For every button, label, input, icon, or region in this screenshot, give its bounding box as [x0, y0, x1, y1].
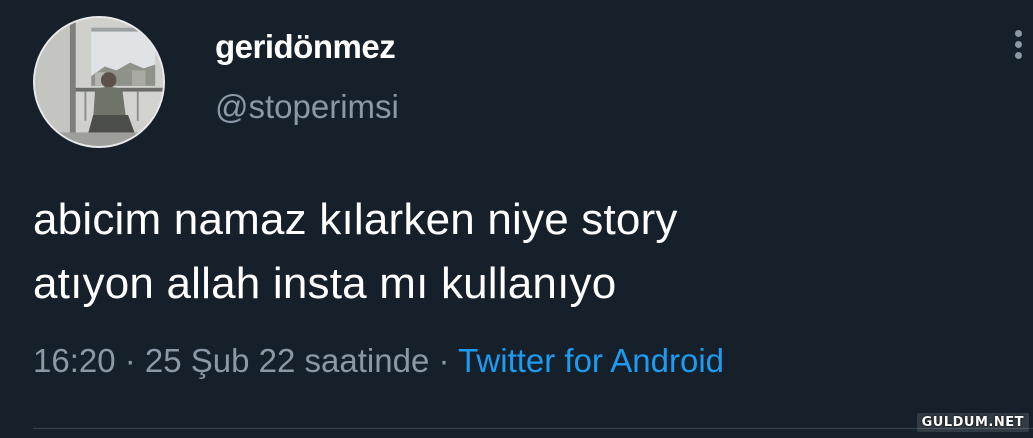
date-suffix: saatinde	[295, 342, 430, 379]
tweet-text-line: atıyon allah insta mı kullanıyo	[33, 259, 617, 308]
display-name[interactable]: geridönmez	[215, 28, 396, 66]
tweet-date[interactable]: 25 Şub 22	[145, 342, 295, 379]
tweet-source-link[interactable]: Twitter for Android	[458, 342, 724, 379]
tweet-meta: 16:20 · 25 Şub 22 saatinde · Twitter for…	[33, 342, 724, 380]
tweet-text-line: abicim namaz kılarken niye story	[33, 195, 678, 244]
tweet-card: geridönmez @stoperimsi abicim namaz kıla…	[0, 0, 1033, 438]
tweet-time[interactable]: 16:20	[33, 342, 116, 379]
more-options-icon[interactable]	[1011, 30, 1025, 70]
avatar-photo	[35, 18, 163, 146]
watermark: GULDUM.NET	[916, 413, 1029, 432]
separator: ·	[429, 342, 459, 379]
dot	[1014, 41, 1022, 48]
divider	[33, 428, 1033, 429]
user-handle[interactable]: @stoperimsi	[215, 88, 399, 126]
dot	[1014, 52, 1022, 59]
tweet-text: abicim namaz kılarken niye story atıyon …	[33, 188, 993, 316]
dot	[1014, 30, 1022, 37]
avatar[interactable]	[33, 16, 165, 148]
separator: ·	[115, 342, 145, 379]
